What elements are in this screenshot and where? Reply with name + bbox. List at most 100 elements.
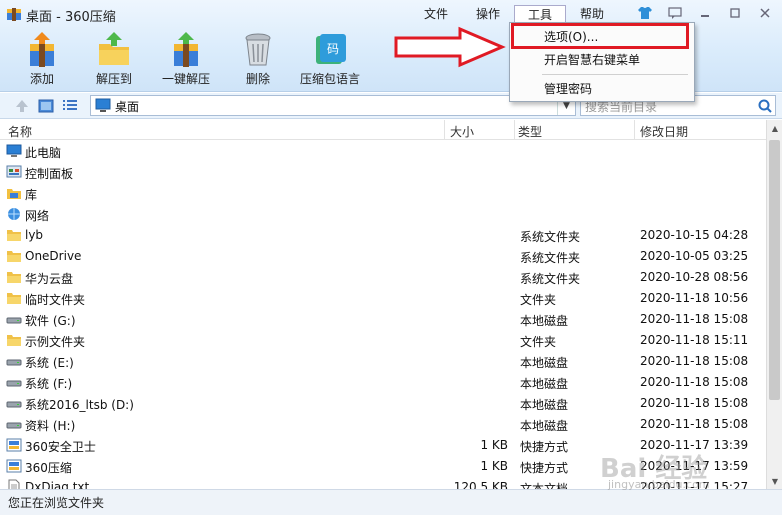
file-date: 2020-11-18 10:56 [640,291,749,305]
watermark-url: jingyan.baidu.com [608,478,710,491]
archive-language-button[interactable]: 码 压缩包语言 [294,30,366,87]
extract-to-button[interactable]: 解压到 [78,30,150,87]
computer-icon [6,144,22,157]
folder-icon [7,335,21,346]
file-type: 本地磁盘 [520,398,569,412]
file-date: 2020-11-18 15:08 [640,312,749,326]
column-date[interactable]: 修改日期 [640,123,688,140]
archive-language-icon: 码 [316,34,346,64]
folder-icon [7,293,21,304]
file-name: 网络 [25,209,50,223]
column-divider [514,120,515,140]
folder-icon [7,251,21,262]
column-divider [444,120,445,140]
file-type: 系统文件夹 [520,251,581,265]
thumbnail-view-icon[interactable] [38,98,54,114]
address-path: 桌面 [115,100,140,114]
drive-icon [6,401,22,408]
highlight-box [511,23,689,49]
close-icon[interactable] [752,4,778,22]
file-date: 2020-10-15 04:28 [640,228,749,242]
shortcut-icon [6,459,22,473]
file-name: 软件 (G:) [25,314,76,328]
maximize-icon[interactable] [722,4,748,22]
file-type: 本地磁盘 [520,314,569,328]
file-size: 1 KB [480,459,508,473]
column-size[interactable]: 大小 [450,123,474,140]
file-name: 此电脑 [25,146,62,160]
desktop-icon [95,98,111,112]
search-icon[interactable] [757,98,773,114]
menu-item-manage-password[interactable]: 管理密码 [512,78,692,100]
file-name: OneDrive [25,249,82,263]
delete-button[interactable]: 删除 [222,30,294,87]
add-archive-icon [30,32,54,67]
drive-icon [6,359,22,366]
file-type: 快捷方式 [520,461,569,475]
drive-icon [6,422,22,429]
scrollbar-thumb[interactable] [769,140,780,400]
file-name: 示例文件夹 [25,335,86,349]
table-row[interactable]: 库 [0,183,766,204]
table-row[interactable]: 软件 (G:) 本地磁盘 2020-11-18 15:08 [0,309,766,330]
table-row[interactable]: 示例文件夹 文件夹 2020-11-18 15:11 [0,330,766,351]
menu-operation[interactable]: 操作 [462,5,514,25]
column-name[interactable]: 名称 [8,123,32,140]
file-name: 系统2016_ltsb (D:) [25,398,134,412]
table-row[interactable]: OneDrive 系统文件夹 2020-10-05 03:25 [0,246,766,267]
menu-item-smart-context-menu[interactable]: 开启智慧右键菜单 [512,49,692,71]
table-row[interactable]: 华为云盘 系统文件夹 2020-10-28 08:56 [0,267,766,288]
control-panel-icon [6,165,22,178]
vertical-scrollbar[interactable]: ▲ ▼ [766,120,782,489]
list-view-icon[interactable] [62,98,78,114]
menu-file[interactable]: 文件 [410,5,462,25]
table-row[interactable]: 系统 (E:) 本地磁盘 2020-11-18 15:08 [0,351,766,372]
file-type: 本地磁盘 [520,356,569,370]
table-row[interactable]: 资料 (H:) 本地磁盘 2020-11-18 15:08 [0,414,766,435]
table-row[interactable]: 系统 (F:) 本地磁盘 2020-11-18 15:08 [0,372,766,393]
annotation-arrow-icon [394,26,506,68]
table-row[interactable]: lyb 系统文件夹 2020-10-15 04:28 [0,225,766,246]
one-click-extract-button[interactable]: 一键解压 [150,30,222,87]
file-name: 360安全卫士 [25,440,96,454]
up-arrow-icon[interactable] [14,98,30,114]
svg-text:码: 码 [327,42,339,56]
file-date: 2020-10-05 03:25 [640,249,749,263]
status-bar: 您正在浏览文件夹 [0,489,782,515]
file-type: 本地磁盘 [520,377,569,391]
drive-icon [6,317,22,324]
file-date: 2020-11-18 15:08 [640,396,749,410]
file-name: 360压缩 [25,461,72,475]
file-type: 文件夹 [520,293,557,307]
file-date: 2020-11-18 15:08 [640,375,749,389]
file-date: 2020-10-28 08:56 [640,270,749,284]
file-date: 2020-11-18 15:08 [640,417,749,431]
column-type[interactable]: 类型 [518,123,542,140]
file-name: 系统 (F:) [25,377,73,391]
scroll-down-icon[interactable]: ▼ [767,473,782,489]
network-icon [8,208,20,220]
minimize-icon[interactable] [692,4,718,22]
skin-shirt-icon[interactable] [632,4,658,22]
file-name: 库 [25,188,38,202]
table-row[interactable]: 系统2016_ltsb (D:) 本地磁盘 2020-11-18 15:08 [0,393,766,414]
main-toolbar: 添加 解压到 一键解压 删除 码 压缩包语言 [6,30,366,87]
file-name: 系统 (E:) [25,356,74,370]
file-list: 此电脑控制面板库网络 lyb 系统文件夹 2020-10-15 04:28 OneDri… [0,141,766,489]
table-row[interactable]: 临时文件夹 文件夹 2020-11-18 10:56 [0,288,766,309]
add-button[interactable]: 添加 [6,30,78,87]
table-row[interactable]: 此电脑 [0,141,766,162]
table-row[interactable]: 控制面板 [0,162,766,183]
table-row[interactable]: 网络 [0,204,766,225]
address-bar[interactable]: 桌面 ▼ [90,95,576,116]
extract-to-icon [99,32,129,65]
feedback-icon[interactable] [662,4,688,22]
file-name: 控制面板 [25,167,74,181]
folder-icon [7,272,21,283]
menu-separator [542,74,688,75]
file-type: 系统文件夹 [520,272,581,286]
scroll-up-icon[interactable]: ▲ [767,120,782,136]
file-type: 系统文件夹 [520,230,581,244]
app-logo-icon [7,8,21,21]
file-name: lyb [25,228,44,242]
